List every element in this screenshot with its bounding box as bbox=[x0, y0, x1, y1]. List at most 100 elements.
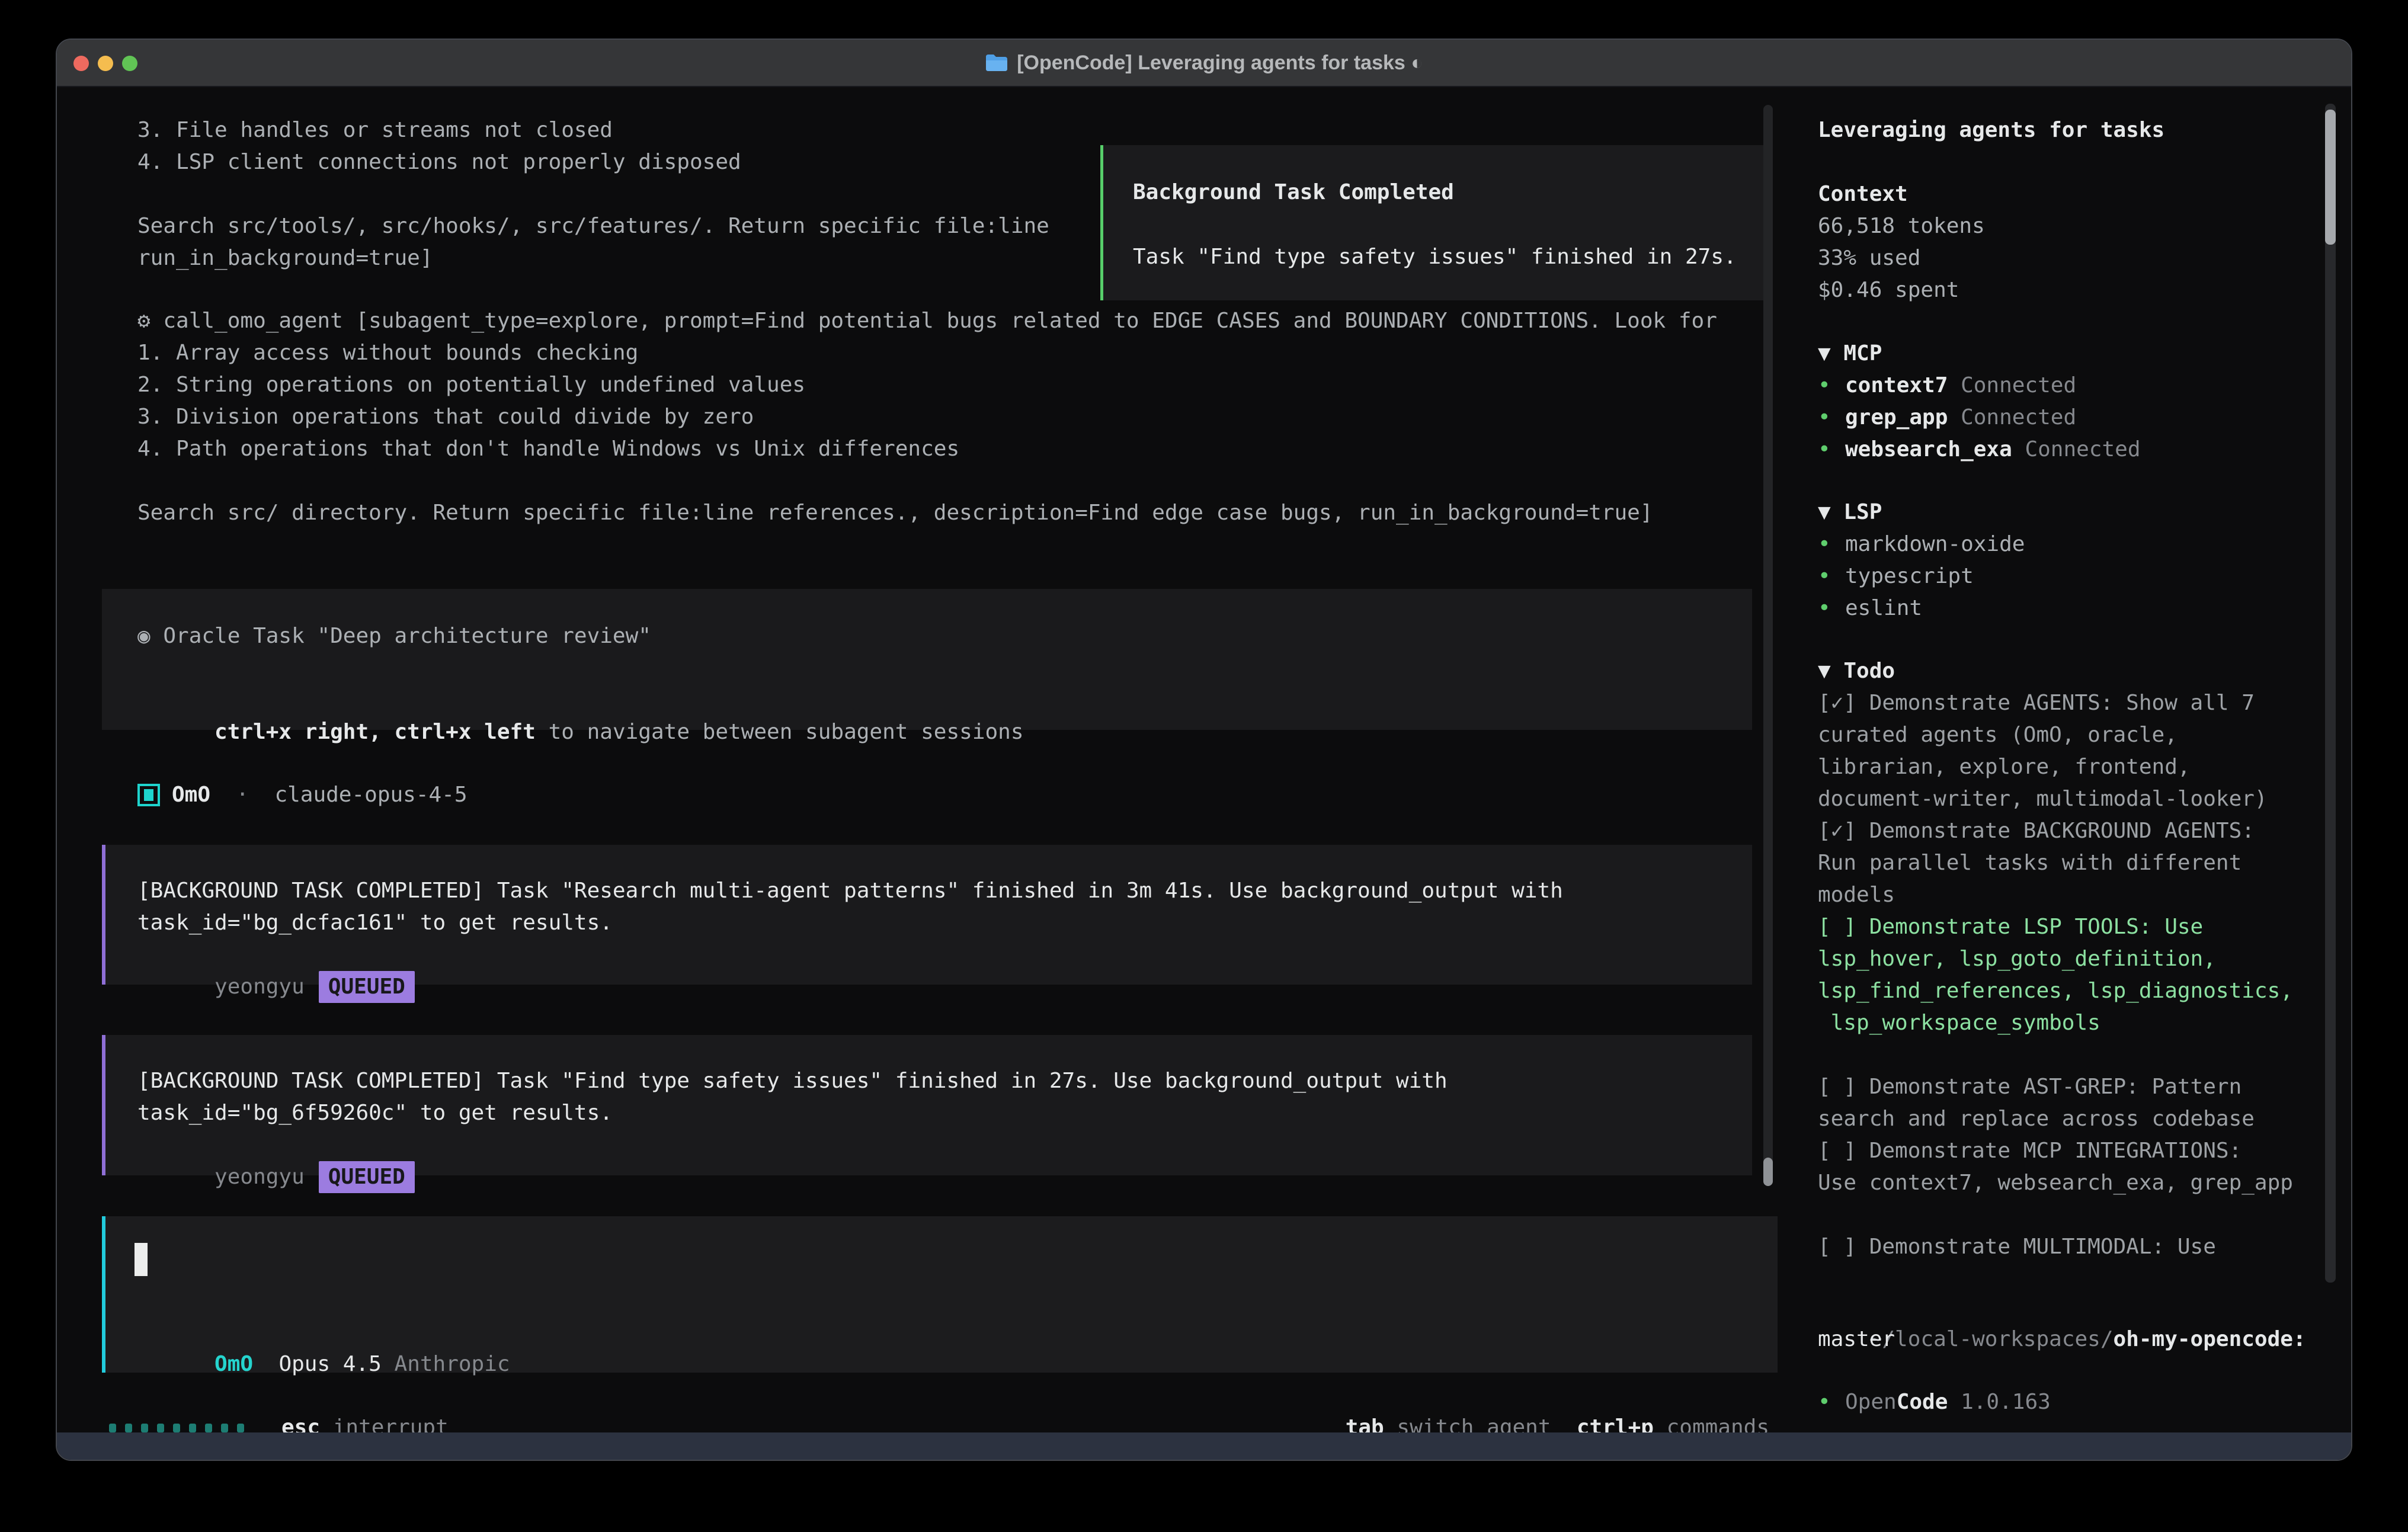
background-task-card: [BACKGROUND TASK COMPLETED] Task "Resear… bbox=[102, 845, 1752, 985]
background-task-card: [BACKGROUND TASK COMPLETED] Task "Find t… bbox=[102, 1035, 1752, 1175]
text-line: 4. Path operations that don't handle Win… bbox=[137, 433, 1717, 465]
bullet-icon: • bbox=[1818, 1386, 1845, 1418]
bullet-icon: • bbox=[1818, 434, 1845, 466]
zoom-button-icon[interactable] bbox=[122, 56, 137, 71]
window-title: [OpenCode] Leveraging agents for tasks ◐ bbox=[1017, 52, 1423, 75]
text-line: [ ] Demonstrate MCP INTEGRATIONS: bbox=[1818, 1135, 2293, 1167]
keybinding-label: ctrl+x right, ctrl+x left bbox=[214, 720, 536, 744]
item-status: Connected bbox=[1948, 370, 2076, 402]
main-scrollbar[interactable] bbox=[1763, 105, 1773, 1186]
message-input[interactable]: OmO Opus 4.5 Anthropic bbox=[102, 1216, 1778, 1373]
queued-badge: QUEUED bbox=[319, 1161, 415, 1193]
task-user: yeongyu bbox=[214, 1165, 305, 1189]
text-line: [✓] Demonstrate BACKGROUND AGENTS: bbox=[1818, 815, 2293, 847]
text-line: models bbox=[1818, 879, 2293, 911]
item-name: eslint bbox=[1845, 592, 1922, 624]
active-agent-name[interactable]: OmO bbox=[214, 1352, 253, 1376]
sidebar-scrollbar[interactable] bbox=[2325, 104, 2336, 1283]
session-title: Leveraging agents for tasks bbox=[1818, 114, 2164, 146]
item-name: markdown-oxide bbox=[1845, 528, 2025, 560]
text-line: [ ] Demonstrate MULTIMODAL: Use bbox=[1818, 1231, 2293, 1263]
tool-call-block: ⚙ call_omo_agent [subagent_type=explore,… bbox=[137, 305, 1717, 529]
oracle-task-title: ◉ Oracle Task "Deep architecture review" bbox=[137, 620, 651, 652]
bullet-icon: • bbox=[1818, 560, 1845, 592]
app-version-row: •OpenCode 1.0.163 bbox=[1818, 1386, 2051, 1418]
list-item: •eslint bbox=[1818, 592, 2025, 624]
text-line: 4. LSP client connections not properly d… bbox=[137, 146, 1049, 178]
main-scrollbar-thumb[interactable] bbox=[1763, 1158, 1773, 1186]
task-meta-row: yeongyuQUEUED bbox=[137, 939, 415, 1035]
list-item: •markdown-oxide bbox=[1818, 528, 2025, 560]
bullet-icon: • bbox=[1818, 402, 1845, 434]
context-stats: 66,518 tokens33% used$0.46 spent bbox=[1818, 210, 1985, 306]
terminal-window: [OpenCode] Leveraging agents for tasks ◐… bbox=[56, 39, 2352, 1461]
list-item: •grep_app Connected bbox=[1818, 402, 2141, 434]
text-line bbox=[1818, 1199, 2293, 1231]
text-line: [ ] Demonstrate LSP TOOLS: Use bbox=[1818, 911, 2293, 943]
git-branch: master bbox=[1818, 1323, 1895, 1355]
text-line: librarian, explore, frontend, bbox=[1818, 751, 2293, 783]
background-task-notification: Background Task Completed Task "Find typ… bbox=[1100, 145, 1773, 300]
window-titlebar[interactable]: [OpenCode] Leveraging agents for tasks ◐ bbox=[57, 40, 2351, 87]
lsp-section-heading[interactable]: ▼ LSP bbox=[1818, 496, 1882, 528]
task-meta-row: yeongyu QUEUED bbox=[137, 1129, 415, 1225]
agent-name: OmO bbox=[172, 779, 210, 811]
text-line: [✓] Demonstrate AGENTS: Show all 7 bbox=[1818, 687, 2293, 719]
text-line: 3. File handles or streams not closed bbox=[137, 114, 1049, 146]
text-line: 33% used bbox=[1818, 242, 1985, 274]
text-line: 1. Array access without bounds checking bbox=[137, 337, 1717, 369]
text-line: lsp_workspace_symbols bbox=[1818, 1007, 2293, 1039]
minimize-button-icon[interactable] bbox=[98, 56, 113, 71]
spinner-icon bbox=[109, 1424, 253, 1432]
todo-section-heading[interactable]: ▼ Todo bbox=[1818, 655, 1895, 687]
list-item: •context7 Connected bbox=[1818, 370, 2141, 402]
text-line: run_in_background=true] bbox=[137, 242, 1049, 274]
bullet-icon: • bbox=[1818, 528, 1845, 560]
agent-session-header[interactable]: OmO · claude-opus-4-5 bbox=[137, 779, 467, 811]
item-name: grep_app bbox=[1845, 402, 1948, 434]
text-line: $0.46 spent bbox=[1818, 274, 1985, 306]
bullet-icon: • bbox=[1818, 370, 1845, 402]
text-line: Search src/tools/, src/hooks/, src/featu… bbox=[137, 210, 1049, 242]
sidebar-scrollbar-thumb[interactable] bbox=[2325, 110, 2336, 245]
bullet-icon: • bbox=[1818, 592, 1845, 624]
list-item: •websearch_exa Connected bbox=[1818, 434, 2141, 466]
agent-model-name: claude-opus-4-5 bbox=[274, 779, 467, 811]
mcp-server-list: •context7 Connected•grep_app Connected•w… bbox=[1818, 370, 2141, 466]
text-line: curated agents (OmO, oracle, bbox=[1818, 719, 2293, 751]
traffic-lights bbox=[73, 40, 137, 87]
provider-name: Anthropic bbox=[395, 1352, 510, 1376]
queued-badge: QUEUED bbox=[319, 971, 415, 1003]
window-footer-strip bbox=[57, 1432, 2351, 1460]
text-line: lsp_find_references, lsp_diagnostics, bbox=[1818, 975, 2293, 1007]
item-status: Connected bbox=[2012, 434, 2141, 466]
text-cursor bbox=[135, 1243, 148, 1276]
text-line: 66,518 tokens bbox=[1818, 210, 1985, 242]
item-name: context7 bbox=[1845, 370, 1948, 402]
item-name: websearch_exa bbox=[1845, 434, 2012, 466]
active-model-name[interactable]: Opus 4.5 bbox=[278, 1352, 381, 1376]
agent-square-icon bbox=[137, 784, 160, 806]
text-line: [ ] Demonstrate AST-GREP: Pattern bbox=[1818, 1071, 2293, 1103]
task-message-line2: task_id="bg_dcfac161" to get results. bbox=[137, 907, 613, 939]
list-item: •typescript bbox=[1818, 560, 2025, 592]
workspace-repo: oh-my-opencode: bbox=[2114, 1327, 2306, 1351]
text-line: ⚙ call_omo_agent [subagent_type=explore,… bbox=[137, 305, 1717, 337]
text-line: document-writer, multimodal-looker) bbox=[1818, 783, 2293, 815]
close-button-icon[interactable] bbox=[73, 56, 89, 71]
task-message-line1: [BACKGROUND TASK COMPLETED] Task "Resear… bbox=[137, 875, 1563, 907]
notification-body: Task "Find type safety issues" finished … bbox=[1133, 241, 1737, 273]
task-message-line1: [BACKGROUND TASK COMPLETED] Task "Find t… bbox=[137, 1065, 1448, 1097]
workspace-path-prefix: ~/local-workspaces/ bbox=[1869, 1327, 2114, 1351]
app-version-number: 1.0.163 bbox=[1948, 1386, 2050, 1418]
text-line: Use context7, websearch_exa, grep_app bbox=[1818, 1167, 2293, 1199]
text-line: 2. String operations on potentially unde… bbox=[137, 369, 1717, 401]
text-line bbox=[1818, 1039, 2293, 1071]
item-name: typescript bbox=[1845, 560, 1974, 592]
text-line: 3. Division operations that could divide… bbox=[137, 401, 1717, 433]
text-line bbox=[137, 178, 1049, 210]
scrollback-text-block: 3. File handles or streams not closed4. … bbox=[137, 114, 1049, 274]
mcp-section-heading[interactable]: ▼ MCP bbox=[1818, 338, 1882, 370]
text-line: lsp_hover, lsp_goto_definition, bbox=[1818, 943, 2293, 975]
todo-list: [✓] Demonstrate AGENTS: Show all 7curate… bbox=[1818, 687, 2293, 1263]
